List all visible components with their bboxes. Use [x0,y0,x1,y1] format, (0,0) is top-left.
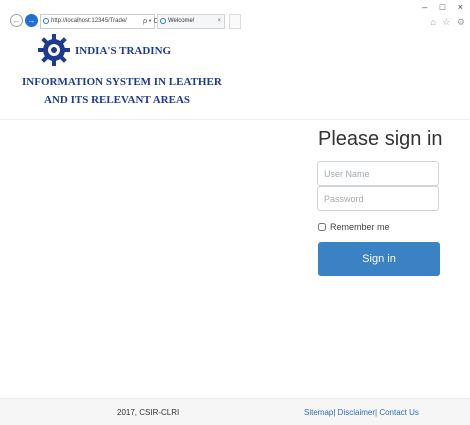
password-input[interactable] [317,186,439,211]
sign-in-button[interactable]: Sign in [318,242,440,276]
header-divider [0,119,470,120]
footer-links: Sitemap| Disclaimer| Contact Us [304,408,419,417]
new-tab-button[interactable] [229,14,241,29]
tab-favicon-icon [160,18,166,24]
gear-emblem-icon [38,34,70,66]
toolbar-icons[interactable]: ⌂ ☆ ⚙ [430,17,467,28]
sitemap-link[interactable]: Sitemap| [304,408,335,417]
remember-me-label: Remember me [330,222,390,232]
remember-me[interactable]: Remember me [318,222,390,232]
back-button[interactable]: ← [10,14,23,27]
signin-heading: Please sign in [318,128,443,150]
site-title-line-1: INDIA'S TRADING [75,45,172,57]
address-bar[interactable]: http://localhost:12345/Trade/ [40,14,155,29]
username-input[interactable] [317,161,439,186]
footer: 2017, CSIR-CLRI Sitemap| Disclaimer| Con… [0,398,470,425]
browser-tab[interactable]: Welcome! × [157,14,225,29]
address-text: http://localhost:12345/Trade/ [51,18,127,24]
site-title-line-2: INFORMATION SYSTEM IN LEATHER [22,76,222,88]
window-controls[interactable]: – □ × [422,2,468,12]
copyright-text: 2017, CSIR-CLRI [117,408,180,417]
contact-us-link[interactable]: Contact Us [379,408,419,417]
remember-me-checkbox[interactable] [318,223,326,231]
tab-title: Welcome! [168,18,195,24]
forward-button[interactable]: → [25,14,38,27]
ie-icon [43,18,49,24]
tab-close-icon[interactable]: × [217,15,221,28]
disclaimer-link[interactable]: Disclaimer| [338,408,377,417]
site-title-line-3: AND ITS RELEVANT AREAS [44,94,191,106]
